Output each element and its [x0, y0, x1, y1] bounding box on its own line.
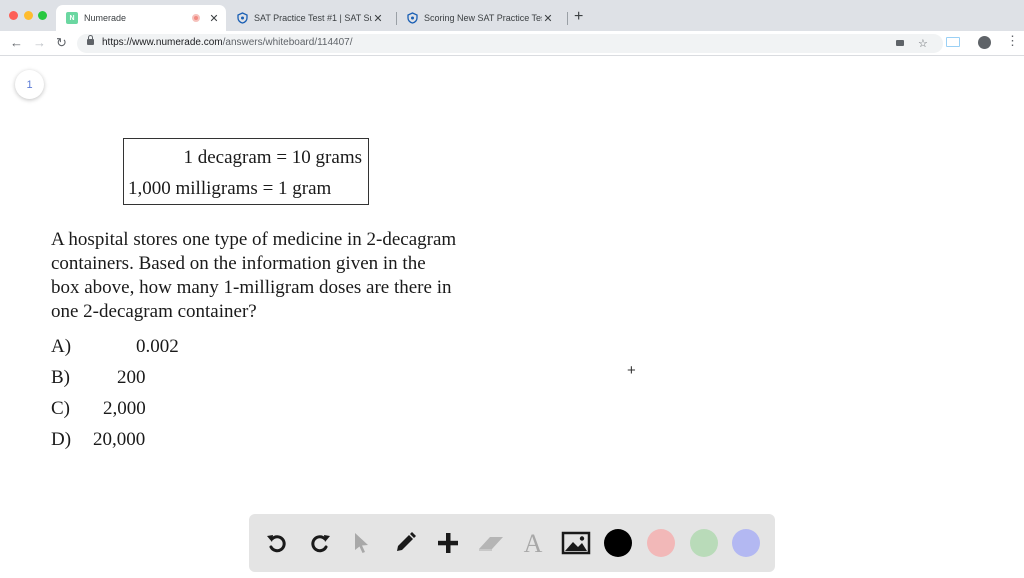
- numerade-favicon-icon: N: [66, 12, 78, 24]
- text-icon[interactable]: A: [517, 527, 549, 559]
- color-black-swatch[interactable]: [604, 529, 632, 557]
- account-avatar-icon[interactable]: [978, 36, 991, 49]
- close-window-button[interactable]: [9, 11, 18, 20]
- tab-scoring-sat[interactable]: Scoring New SAT Practice Tes ✕: [398, 5, 566, 31]
- cast-icon[interactable]: [946, 37, 960, 47]
- redo-icon[interactable]: [304, 527, 336, 559]
- eraser-icon[interactable]: [475, 527, 507, 559]
- shield-favicon-icon: [236, 12, 248, 24]
- color-green-swatch[interactable]: [690, 529, 718, 557]
- question-line: box above, how many 1-milligram doses ar…: [51, 277, 452, 298]
- choice-b: B) 200: [51, 367, 146, 389]
- conversion-box: 1 decagram = 10 grams 1,000 milligrams =…: [123, 138, 369, 205]
- address-bar[interactable]: https://www.numerade.com/answers/whitebo…: [77, 34, 943, 53]
- tab-numerade[interactable]: N Numerade ✕: [56, 5, 226, 31]
- recording-icon: [192, 14, 200, 22]
- choice-c: C) 2,000: [51, 398, 146, 420]
- choice-value: 0.002: [136, 336, 179, 357]
- color-pink-swatch[interactable]: [647, 529, 675, 557]
- choice-value: 2,000: [103, 398, 146, 419]
- choice-d: D) 20,000: [51, 429, 145, 451]
- question-line: A hospital stores one type of medicine i…: [51, 229, 457, 250]
- close-tab-icon[interactable]: ✕: [208, 12, 220, 25]
- plus-icon[interactable]: [432, 527, 464, 559]
- pen-icon[interactable]: [389, 527, 421, 559]
- browser-toolbar: ← → ↻ https://www.numerade.com/answers/w…: [0, 31, 1024, 56]
- choice-value: 200: [117, 367, 146, 388]
- lock-icon: [87, 35, 94, 45]
- choice-letter: B): [51, 367, 70, 388]
- camera-icon[interactable]: [896, 40, 904, 46]
- conversion-milligram: 1,000 milligrams = 1 gram: [128, 178, 332, 199]
- color-blue-swatch[interactable]: [732, 529, 760, 557]
- url-text: https://www.numerade.com/answers/whitebo…: [102, 37, 353, 48]
- question-line: one 2-decagram container?: [51, 301, 257, 322]
- tab-title: Scoring New SAT Practice Tes: [424, 13, 542, 23]
- shield-favicon-icon: [406, 12, 418, 24]
- back-arrow-icon[interactable]: ←: [10, 35, 23, 50]
- minimize-window-button[interactable]: [24, 11, 33, 20]
- tab-title: SAT Practice Test #1 | SAT Sui: [254, 13, 372, 23]
- tab-title: Numerade: [84, 13, 127, 23]
- choice-a: A) 0.002: [51, 336, 179, 358]
- close-tab-icon[interactable]: ✕: [542, 12, 554, 25]
- maximize-window-button[interactable]: [38, 11, 47, 20]
- pointer-icon[interactable]: [345, 527, 377, 559]
- choice-letter: A): [51, 336, 72, 357]
- tab-bar: N Numerade ✕ SAT Practice Test #1 | SAT …: [0, 0, 1024, 31]
- image-icon[interactable]: [560, 527, 592, 559]
- new-tab-button[interactable]: +: [574, 8, 583, 26]
- choice-value: 20,000: [93, 429, 146, 450]
- svg-text:A: A: [524, 530, 543, 556]
- question-text: A hospital stores one type of medicine i…: [51, 228, 491, 324]
- choice-letter: D): [51, 429, 72, 450]
- conversion-decagram: 1 decagram = 10 grams: [183, 147, 363, 168]
- close-tab-icon[interactable]: ✕: [372, 12, 384, 25]
- forward-arrow-icon[interactable]: →: [33, 35, 46, 50]
- undo-icon[interactable]: [261, 527, 293, 559]
- question-line: containers. Based on the information giv…: [51, 253, 426, 274]
- reload-icon[interactable]: ↻: [56, 35, 67, 51]
- tab-divider: [567, 12, 568, 25]
- tab-divider: [396, 12, 397, 25]
- drawing-toolbar: A: [249, 514, 775, 572]
- crosshair-cursor-icon: +: [627, 362, 636, 379]
- menu-kebab-icon[interactable]: ⋮: [1006, 33, 1019, 49]
- bookmark-star-icon[interactable]: ☆: [918, 37, 928, 50]
- page-number-badge[interactable]: 1: [15, 70, 44, 99]
- choice-letter: C): [51, 398, 70, 419]
- tab-sat-practice-test[interactable]: SAT Practice Test #1 | SAT Sui ✕: [228, 5, 394, 31]
